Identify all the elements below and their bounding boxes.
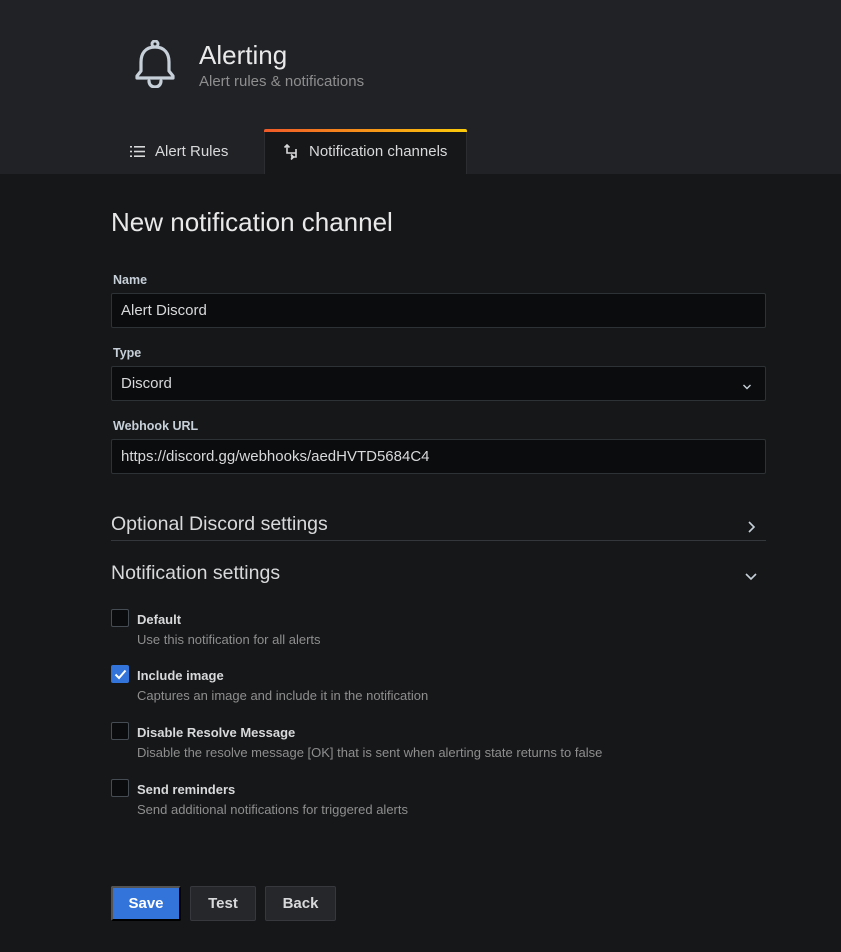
name-input[interactable]: Alert Discord bbox=[111, 293, 766, 328]
notification-settings-title: Notification settings bbox=[111, 561, 281, 584]
chevron-down-icon bbox=[742, 379, 752, 390]
notification-settings-toggle[interactable]: Notification settings bbox=[111, 556, 766, 590]
optional-discord-settings-toggle[interactable]: Optional Discord settings bbox=[111, 507, 766, 541]
name-field-label: Name bbox=[113, 273, 148, 287]
webhook-url-value: https://discord.gg/webhooks/aedHVTD5684C… bbox=[121, 448, 430, 465]
list-icon bbox=[129, 143, 146, 160]
tab-alert-rules[interactable]: Alert Rules bbox=[111, 129, 264, 174]
default-checkbox-label: Default bbox=[137, 612, 182, 627]
page-title: New notification channel bbox=[111, 207, 393, 237]
send-reminders-checkbox-description: Send additional notifications for trigge… bbox=[137, 802, 408, 817]
test-button[interactable]: Test bbox=[190, 886, 256, 921]
default-checkbox-description: Use this notification for all alerts bbox=[137, 632, 321, 647]
disable-resolve-checkbox-description: Disable the resolve message [OK] that is… bbox=[137, 745, 603, 760]
optional-discord-settings-title: Optional Discord settings bbox=[111, 512, 328, 535]
page-header-title: Alerting bbox=[199, 40, 288, 70]
checkmark-icon bbox=[114, 669, 127, 680]
include-image-checkbox[interactable] bbox=[111, 665, 129, 683]
include-image-checkbox-row: Include image Captures an image and incl… bbox=[111, 665, 766, 709]
type-select[interactable]: Discord bbox=[111, 366, 766, 401]
page-header-subtitle: Alert rules & notifications bbox=[199, 73, 365, 90]
include-image-checkbox-description: Captures an image and include it in the … bbox=[137, 688, 429, 703]
include-image-checkbox-label: Include image bbox=[137, 668, 224, 683]
channel-arrow-icon bbox=[283, 143, 300, 160]
type-select-value: Discord bbox=[121, 375, 172, 392]
bell-icon bbox=[134, 39, 176, 89]
webhook-field-label: Webhook URL bbox=[113, 419, 199, 433]
disable-resolve-checkbox-row: Disable Resolve Message Disable the reso… bbox=[111, 722, 766, 766]
disable-resolve-checkbox-label: Disable Resolve Message bbox=[137, 725, 296, 740]
save-button[interactable]: Save bbox=[111, 886, 181, 921]
send-reminders-checkbox-label: Send reminders bbox=[137, 782, 236, 797]
tab-notification-channels[interactable]: Notification channels bbox=[264, 129, 467, 174]
page-header: Alerting Alert rules & notifications Ale… bbox=[0, 0, 841, 174]
back-button[interactable]: Back bbox=[265, 886, 336, 921]
default-checkbox-row: Default Use this notification for all al… bbox=[111, 609, 766, 653]
section-divider bbox=[111, 540, 766, 541]
default-checkbox[interactable] bbox=[111, 609, 129, 627]
webhook-url-input[interactable]: https://discord.gg/webhooks/aedHVTD5684C… bbox=[111, 439, 766, 474]
tab-alert-rules-label: Alert Rules bbox=[155, 143, 229, 160]
send-reminders-checkbox-row: Send reminders Send additional notificat… bbox=[111, 779, 766, 823]
disable-resolve-message-checkbox[interactable] bbox=[111, 722, 129, 740]
chevron-down-icon bbox=[744, 566, 758, 581]
send-reminders-checkbox[interactable] bbox=[111, 779, 129, 797]
chevron-right-icon bbox=[744, 517, 758, 533]
name-input-value: Alert Discord bbox=[121, 302, 207, 319]
tab-notification-channels-label: Notification channels bbox=[309, 143, 448, 160]
type-field-label: Type bbox=[113, 346, 142, 360]
